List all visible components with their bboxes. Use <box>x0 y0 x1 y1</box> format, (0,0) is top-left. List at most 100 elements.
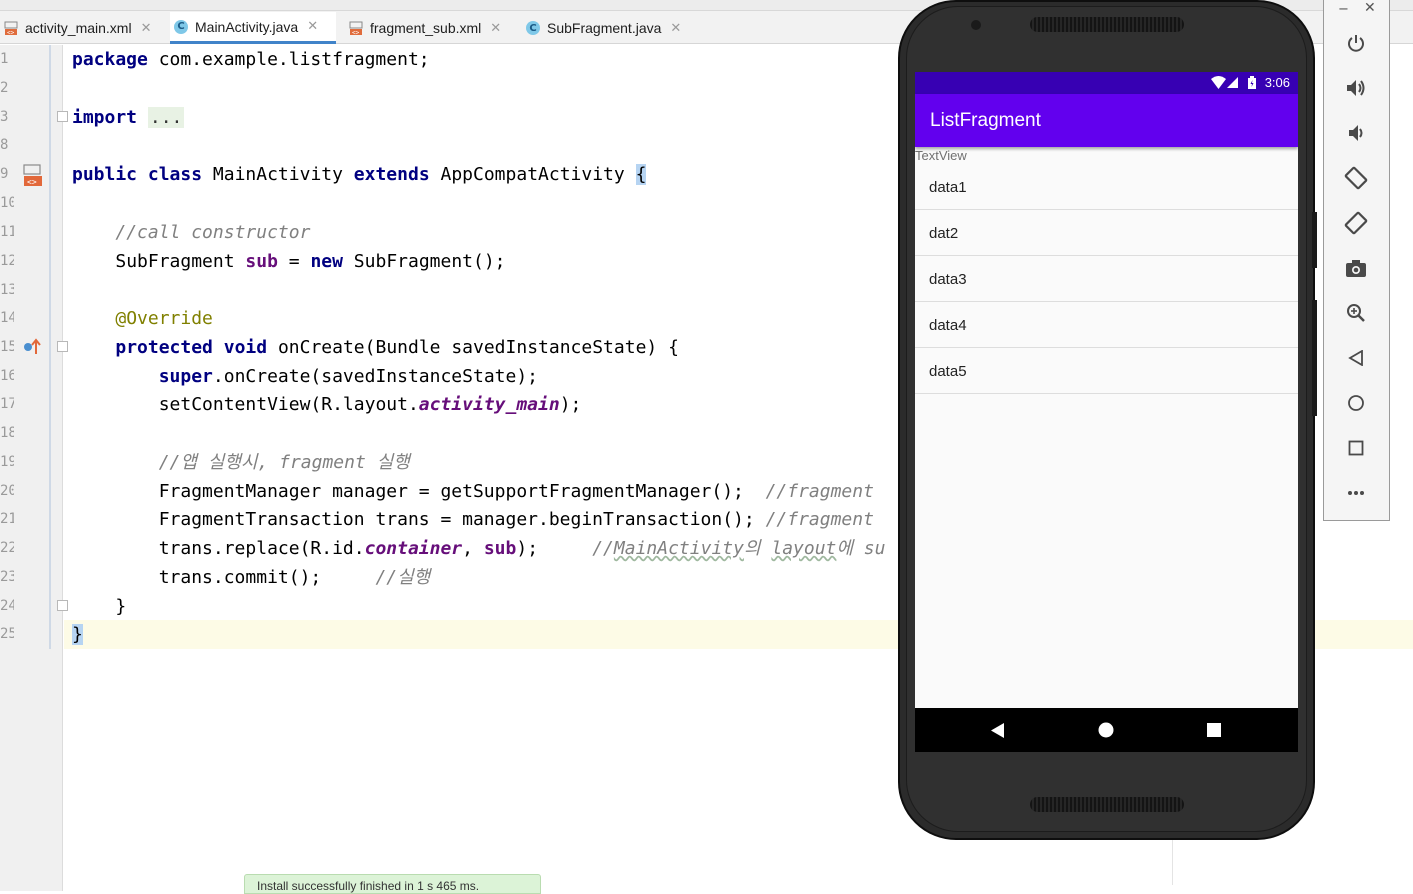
line-number: 11 <box>0 224 14 240</box>
rotate-right-button[interactable] <box>1342 209 1370 237</box>
line-number: 24 <box>0 598 14 614</box>
tab-mainactivity-java[interactable]: C MainActivity.java ✕ <box>170 12 336 44</box>
list-item[interactable]: dat2 <box>915 210 1298 256</box>
system-nav-bar <box>915 708 1298 752</box>
fold-end-icon[interactable] <box>57 600 68 611</box>
related-layout-icon[interactable]: <> <box>22 164 44 188</box>
line-number: 19 <box>0 454 14 470</box>
typo-word: layout <box>771 538 837 559</box>
code-line: //앱 실행시, fragment 실행 <box>72 448 410 477</box>
overview-button[interactable] <box>1342 434 1370 462</box>
keyword: extends <box>353 164 430 185</box>
front-camera <box>971 20 981 30</box>
code-text: onCreate(Bundle savedInstanceState) { <box>267 337 679 358</box>
code-line: @Override <box>72 304 213 333</box>
power-button[interactable] <box>1342 29 1370 57</box>
volume-up-button[interactable] <box>1342 74 1370 102</box>
minimize-button[interactable]: − <box>1338 2 1349 17</box>
close-window-button[interactable]: ✕ <box>1364 0 1376 16</box>
power-side-button[interactable] <box>1312 212 1317 268</box>
wifi-icon <box>1211 76 1226 89</box>
status-bar: 3:06 <box>915 72 1298 94</box>
tab-close-icon[interactable]: ✕ <box>307 19 318 34</box>
list-item[interactable]: data3 <box>915 256 1298 302</box>
gutter-divider <box>49 45 51 649</box>
comment-part: 에 su <box>836 538 886 559</box>
signal-icon <box>1227 77 1238 88</box>
camera-icon <box>1346 260 1366 277</box>
volume-down-button[interactable] <box>1342 119 1370 147</box>
rotate-right-icon <box>1344 211 1368 235</box>
keyword: void <box>223 337 268 358</box>
folded-imports[interactable]: ... <box>147 107 185 128</box>
fold-expand-icon[interactable] <box>57 111 68 122</box>
rotate-left-button[interactable] <box>1342 164 1370 192</box>
code-text: trans.replace(R.id. <box>158 538 365 559</box>
tab-activity-main-xml[interactable]: <> activity_main.xml ✕ <box>0 12 163 44</box>
override-method-icon[interactable] <box>22 337 42 357</box>
list-item-label: data4 <box>929 317 967 334</box>
back-button[interactable] <box>1342 344 1370 372</box>
keyword: class <box>147 164 203 185</box>
tab-fragment-sub-xml[interactable]: <> fragment_sub.xml ✕ <box>345 12 515 44</box>
nav-back-icon[interactable] <box>991 723 1005 738</box>
list-item-label: data1 <box>929 179 967 196</box>
line-number: 20 <box>0 483 14 499</box>
code-text: SubFragment <box>115 251 235 272</box>
status-time: 3:06 <box>1264 75 1290 90</box>
code-line: //call constructor <box>72 218 310 247</box>
line-number: 10 <box>0 195 14 211</box>
top-speaker-grille <box>1030 17 1184 32</box>
app-title: ListFragment <box>930 110 1041 131</box>
volume-down-icon <box>1349 125 1363 141</box>
nav-overview-icon[interactable] <box>1207 723 1221 737</box>
field-name: sub <box>245 251 278 272</box>
bottom-speaker-grille <box>1030 797 1184 812</box>
comment: //MainActivity의 layout에 su <box>592 538 885 559</box>
tab-close-icon[interactable]: ✕ <box>670 21 681 36</box>
class-icon: C <box>174 19 188 34</box>
code-line: public class MainActivity extends AppCom… <box>72 160 647 189</box>
xml-layout-icon: <> <box>349 21 363 36</box>
home-button[interactable] <box>1342 389 1370 417</box>
list-item[interactable]: data1 <box>915 164 1298 210</box>
more-button[interactable] <box>1342 479 1370 507</box>
line-number: 15 <box>0 339 14 355</box>
comment: //fragment <box>765 509 874 530</box>
matched-brace: } <box>72 624 83 645</box>
textview-label: TextView <box>915 148 967 163</box>
code-line: trans.replace(R.id.container, sub); //Ma… <box>72 534 886 563</box>
code-text: com.example.listfragment; <box>147 49 430 70</box>
volume-up-icon <box>1347 80 1365 96</box>
code-line: } <box>72 592 126 621</box>
zoom-button[interactable] <box>1342 299 1370 327</box>
code-line: setContentView(R.layout.activity_main); <box>72 390 582 419</box>
line-number: 23 <box>0 569 14 585</box>
fold-collapse-icon[interactable] <box>57 341 68 352</box>
battery-icon <box>1248 76 1256 89</box>
line-number: 14 <box>0 310 14 326</box>
comment: //call constructor <box>115 222 311 243</box>
device-screen[interactable]: 3:06 ListFragment TextView data1 dat2 da… <box>915 72 1298 752</box>
keyword: import <box>72 107 138 128</box>
superclass-name: AppCompatActivity <box>440 164 625 185</box>
code-text: FragmentTransaction trans = manager.begi… <box>158 509 766 530</box>
list-item[interactable]: data4 <box>915 302 1298 348</box>
line-number: 25 <box>0 626 14 642</box>
line-number: 17 <box>0 396 14 412</box>
tab-subfragment-java[interactable]: C SubFragment.java ✕ <box>522 12 692 44</box>
nav-home-icon[interactable] <box>1098 722 1114 738</box>
code-text: trans.commit(); <box>158 567 376 588</box>
volume-side-button[interactable] <box>1312 300 1317 416</box>
install-notification[interactable]: Install successfully finished in 1 s 465… <box>244 874 541 894</box>
tab-close-icon[interactable]: ✕ <box>490 21 501 36</box>
code-line: protected void onCreate(Bundle savedInst… <box>72 333 679 362</box>
screenshot-button[interactable] <box>1342 254 1370 282</box>
code-text: setContentView(R.layout. <box>158 394 419 415</box>
line-number: 22 <box>0 540 14 556</box>
code-line: trans.commit(); //실행 <box>72 563 431 592</box>
list-item[interactable]: data5 <box>915 348 1298 394</box>
keyword: new <box>310 251 343 272</box>
matched-brace: { <box>635 164 647 185</box>
tab-close-icon[interactable]: ✕ <box>141 21 152 36</box>
